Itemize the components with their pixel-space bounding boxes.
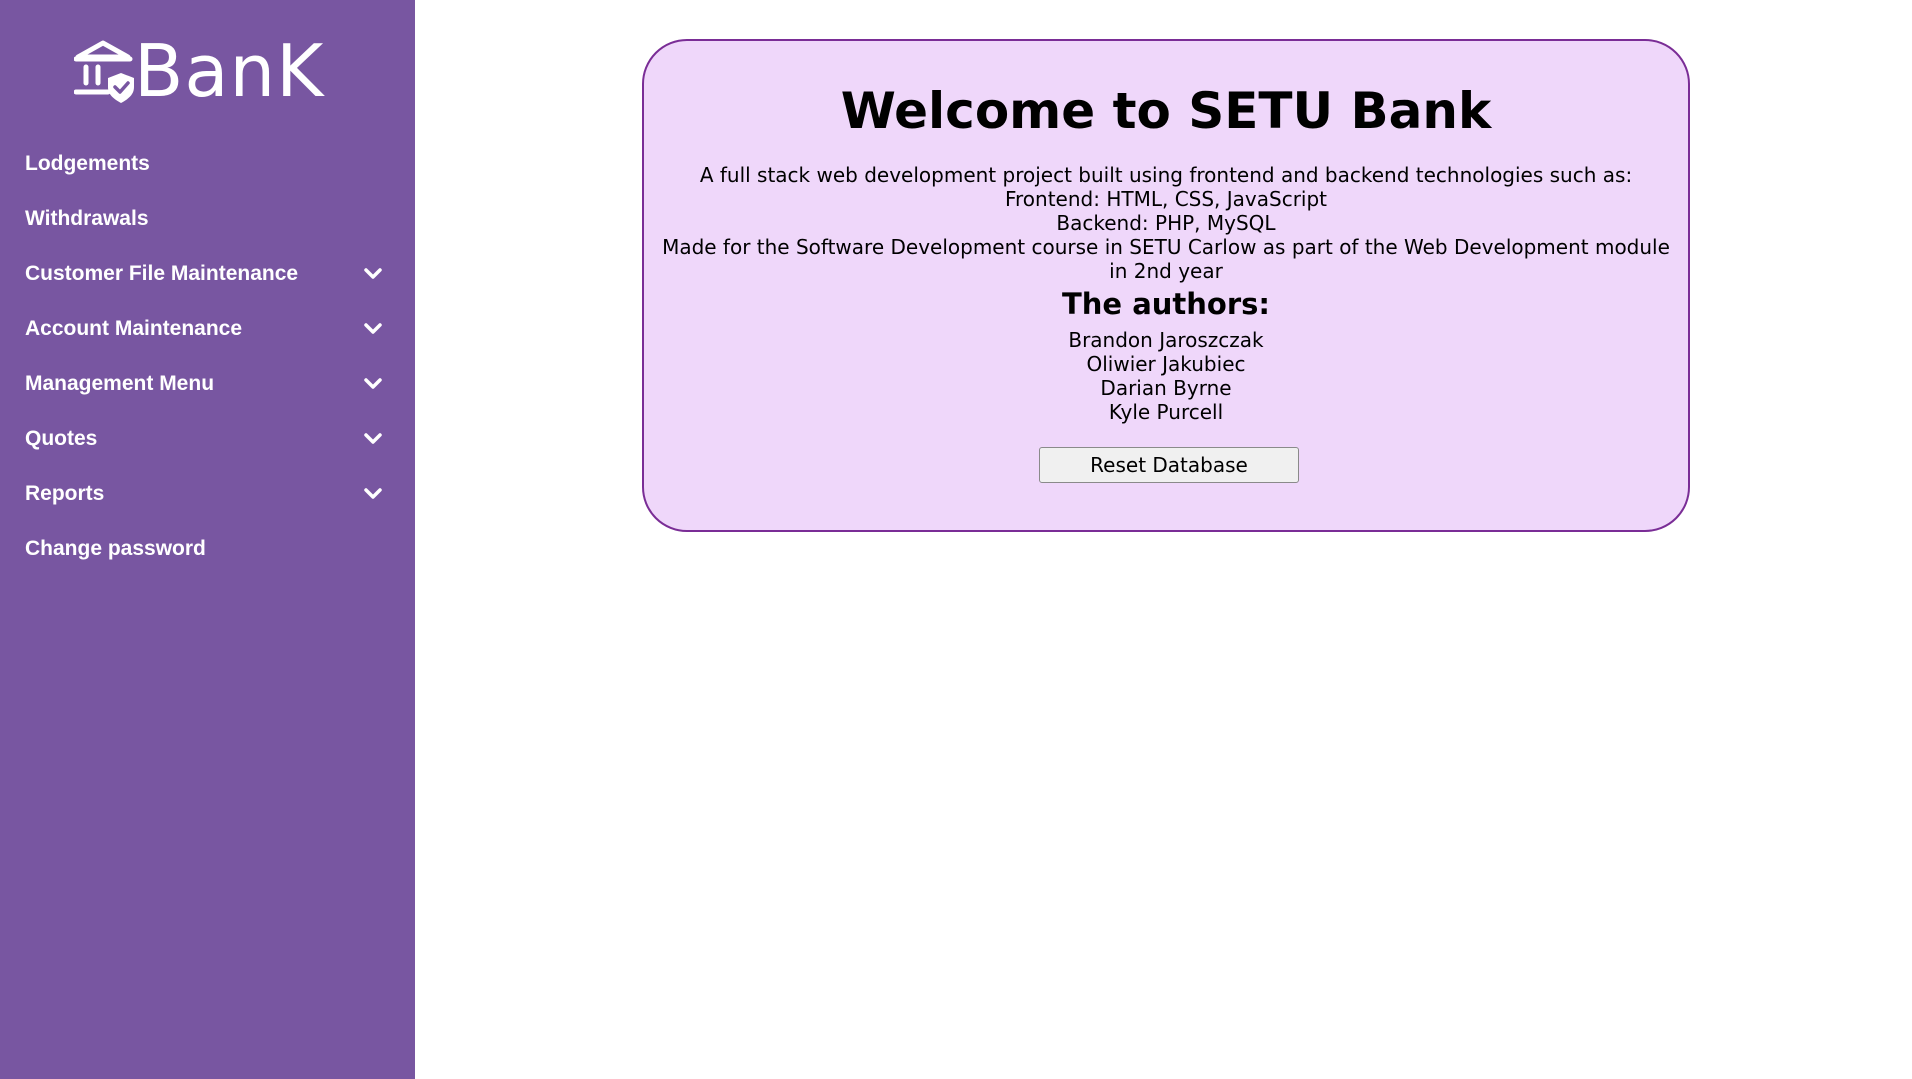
sidebar-item-label: Account Maintenance [25,316,243,340]
sidebar-item-reports[interactable]: Reports [0,466,415,521]
sidebar-item-management-menu[interactable]: Management Menu [0,356,415,411]
description-line: Frontend: HTML, CSS, JavaScript [1004,187,1328,211]
sidebar-item-label: Customer File Maintenance [25,261,299,285]
chevron-down-icon [364,487,382,499]
author-name: Brandon Jaroszczak [1068,328,1264,352]
chevron-down-icon [364,267,382,279]
authors-list: Brandon Jaroszczak Oliwier Jakubiec Dari… [644,328,1688,424]
sidebar-item-label: Lodgements [25,151,150,175]
project-description: A full stack web development project bui… [660,163,1672,283]
sidebar-item-label: Management Menu [25,371,215,395]
sidebar-item-account-maintenance[interactable]: Account Maintenance [0,301,415,356]
chevron-down-icon [364,322,382,334]
sidebar-item-label: Change password [25,536,206,560]
sidebar-item-change-password[interactable]: Change password [0,521,415,576]
bank-shield-icon [74,40,134,103]
description-line: Made for the Software Development course… [662,235,1670,283]
sidebar-nav: Lodgements Withdrawals Customer File Mai… [0,136,415,576]
sidebar-item-label: Withdrawals [25,206,149,230]
sidebar-item-label: Reports [25,481,105,505]
main-content: Welcome to SETU Bank A full stack web de… [415,0,1912,1079]
logo[interactable]: BanK [74,29,325,113]
chevron-down-icon [364,377,382,389]
author-name: Darian Byrne [1100,376,1232,400]
sidebar: BanK Lodgements Withdrawals Customer Fil… [0,0,415,1079]
welcome-card: Welcome to SETU Bank A full stack web de… [642,39,1690,532]
description-line: Backend: PHP, MySQL [1056,211,1276,235]
sidebar-item-lodgements[interactable]: Lodgements [0,136,415,191]
reset-database-button[interactable]: Reset Database [1039,447,1299,483]
logo-text: BanK [134,29,325,113]
sidebar-item-customer-file-maintenance[interactable]: Customer File Maintenance [0,246,415,301]
page-title: Welcome to SETU Bank [840,82,1492,140]
sidebar-item-quotes[interactable]: Quotes [0,411,415,466]
author-name: Oliwier Jakubiec [1086,352,1246,376]
author-name: Kyle Purcell [1108,400,1224,424]
sidebar-item-withdrawals[interactable]: Withdrawals [0,191,415,246]
chevron-down-icon [364,432,382,444]
authors-heading: The authors: [1062,287,1270,321]
sidebar-item-label: Quotes [25,426,98,450]
description-line: A full stack web development project bui… [699,163,1633,187]
